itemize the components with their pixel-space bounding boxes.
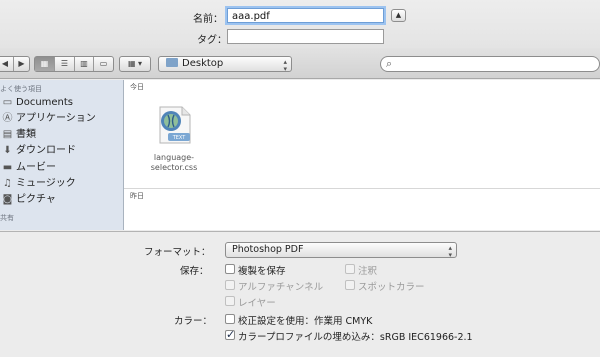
alpha-channels-checkbox[interactable] [225,280,235,290]
proof-setup-checkbox[interactable] [225,314,235,324]
list-view-button[interactable]: ☰ [55,57,75,71]
coverflow-view-button[interactable]: ▭ [94,57,113,71]
file-item[interactable]: TEXT language- selector.css [124,80,224,180]
sidebar-item-label: 書類 [16,129,36,140]
sidebar-item-applications[interactable]: Ⓐ アプリケーション [0,111,123,126]
sidebar-item-documents[interactable]: ▭ Documents [0,95,123,110]
download-icon: ⬇ [3,145,12,156]
layers-checkbox[interactable] [225,296,235,306]
expand-dialog-button[interactable]: ▲ [391,9,406,22]
browser-toolbar: ◀ ▶ ▦ ☰ ▥ ▭ ▦ ▾ Desktop ▴ ▾ ⌕ [0,48,600,79]
duplicate-label: 複製を保存 [238,266,286,277]
search-field[interactable]: ⌕ [380,56,600,72]
sidebar-item-documents-jp[interactable]: ▤ 書類 [0,127,123,142]
css-file-icon: TEXT [159,106,191,144]
tags-input[interactable] [227,29,384,44]
camera-icon: ◙ [2,194,13,205]
format-value: Photoshop PDF [232,244,304,255]
forward-button[interactable]: ▶ [14,57,29,71]
popup-arrows-icon: ▴ ▾ [283,58,287,73]
save-label: 保存： [180,266,209,277]
sidebar-item-label: アプリケーション [16,113,96,124]
file-badge: TEXT [172,135,187,141]
sidebar-item-downloads[interactable]: ⬇ ダウンロード [0,143,123,158]
back-forward-buttons: ◀ ▶ [0,56,30,72]
folder-icon [166,57,178,67]
sidebar-item-pictures[interactable]: ◙ ピクチャ [0,192,123,207]
annotations-checkbox[interactable] [345,264,355,274]
sidebar-item-label: Documents [16,97,74,108]
save-options-panel: フォーマット： Photoshop PDF ▴ ▾ 保存： 複製を保存 注釈 アル… [0,231,600,357]
alpha-channels-label: アルファチャンネル [238,282,324,293]
folder-icon: ▭ [2,97,13,108]
file-browser: 今日 TEXT language- selector.css 昨日 [124,80,600,230]
filename-input[interactable]: aaa.pdf [227,8,384,23]
annotations-label: 注釈 [358,266,378,277]
applications-icon: Ⓐ [2,113,13,124]
format-label: フォーマット： [144,247,211,258]
tags-label: タグ： [197,35,227,46]
sidebar-item-label: ダウンロード [16,145,76,156]
arrange-button[interactable]: ▦ ▾ [119,56,151,72]
arrange-icon: ▦ ▾ [127,59,143,68]
music-icon: ♫ [3,178,12,189]
save-dialog-header: 名前： aaa.pdf ▲ タグ： [0,0,600,48]
back-button[interactable]: ◀ [0,57,14,71]
name-label: 名前： [193,14,223,25]
duplicate-checkbox[interactable] [225,264,235,274]
sidebar-item-label: ミュージック [16,178,76,189]
location-label: Desktop [182,58,224,69]
embed-profile-label: カラープロファイルの埋め込み：sRGB IEC61966-2.1 [238,332,473,343]
sidebar-item-label: ムービー [16,162,56,173]
sidebar-heading-shared: 共有 [0,214,14,222]
spot-colors-checkbox[interactable] [345,280,355,290]
section-header-yesterday: 昨日 [124,188,600,202]
movie-icon: ▬ [2,162,13,173]
layers-label: レイヤー [238,298,276,309]
icon-view-button[interactable]: ▦ [35,57,55,71]
sidebar-item-label: ピクチャ [16,194,56,205]
search-icon: ⌕ [386,57,393,70]
documents-icon: ▤ [2,129,13,140]
format-popup[interactable]: Photoshop PDF ▴ ▾ [225,242,457,259]
sidebar-item-movies[interactable]: ▬ ムービー [0,160,123,175]
color-label: カラー： [174,316,213,327]
spot-colors-label: スポットカラー [358,282,425,293]
popup-arrows-icon: ▴ ▾ [448,244,452,259]
file-name: language- selector.css [142,153,206,173]
sidebar-item-music[interactable]: ♫ ミュージック [0,176,123,191]
sidebar-heading-favorites: よく使う項目 [0,85,42,93]
embed-profile-checkbox[interactable] [225,328,235,341]
view-mode-segmented: ▦ ☰ ▥ ▭ [34,56,114,72]
location-popup[interactable]: Desktop ▴ ▾ [158,56,292,73]
proof-setup-label: 校正設定を使用：作業用 CMYK [238,316,373,327]
column-view-button[interactable]: ▥ [75,57,94,71]
file-name-line-2: selector.css [150,163,198,172]
sidebar: よく使う項目 ▭ Documents Ⓐ アプリケーション ▤ 書類 ⬇ ダウン… [0,80,124,230]
chevron-up-icon: ▲ [395,11,402,19]
file-name-line-1: language- [153,153,195,162]
